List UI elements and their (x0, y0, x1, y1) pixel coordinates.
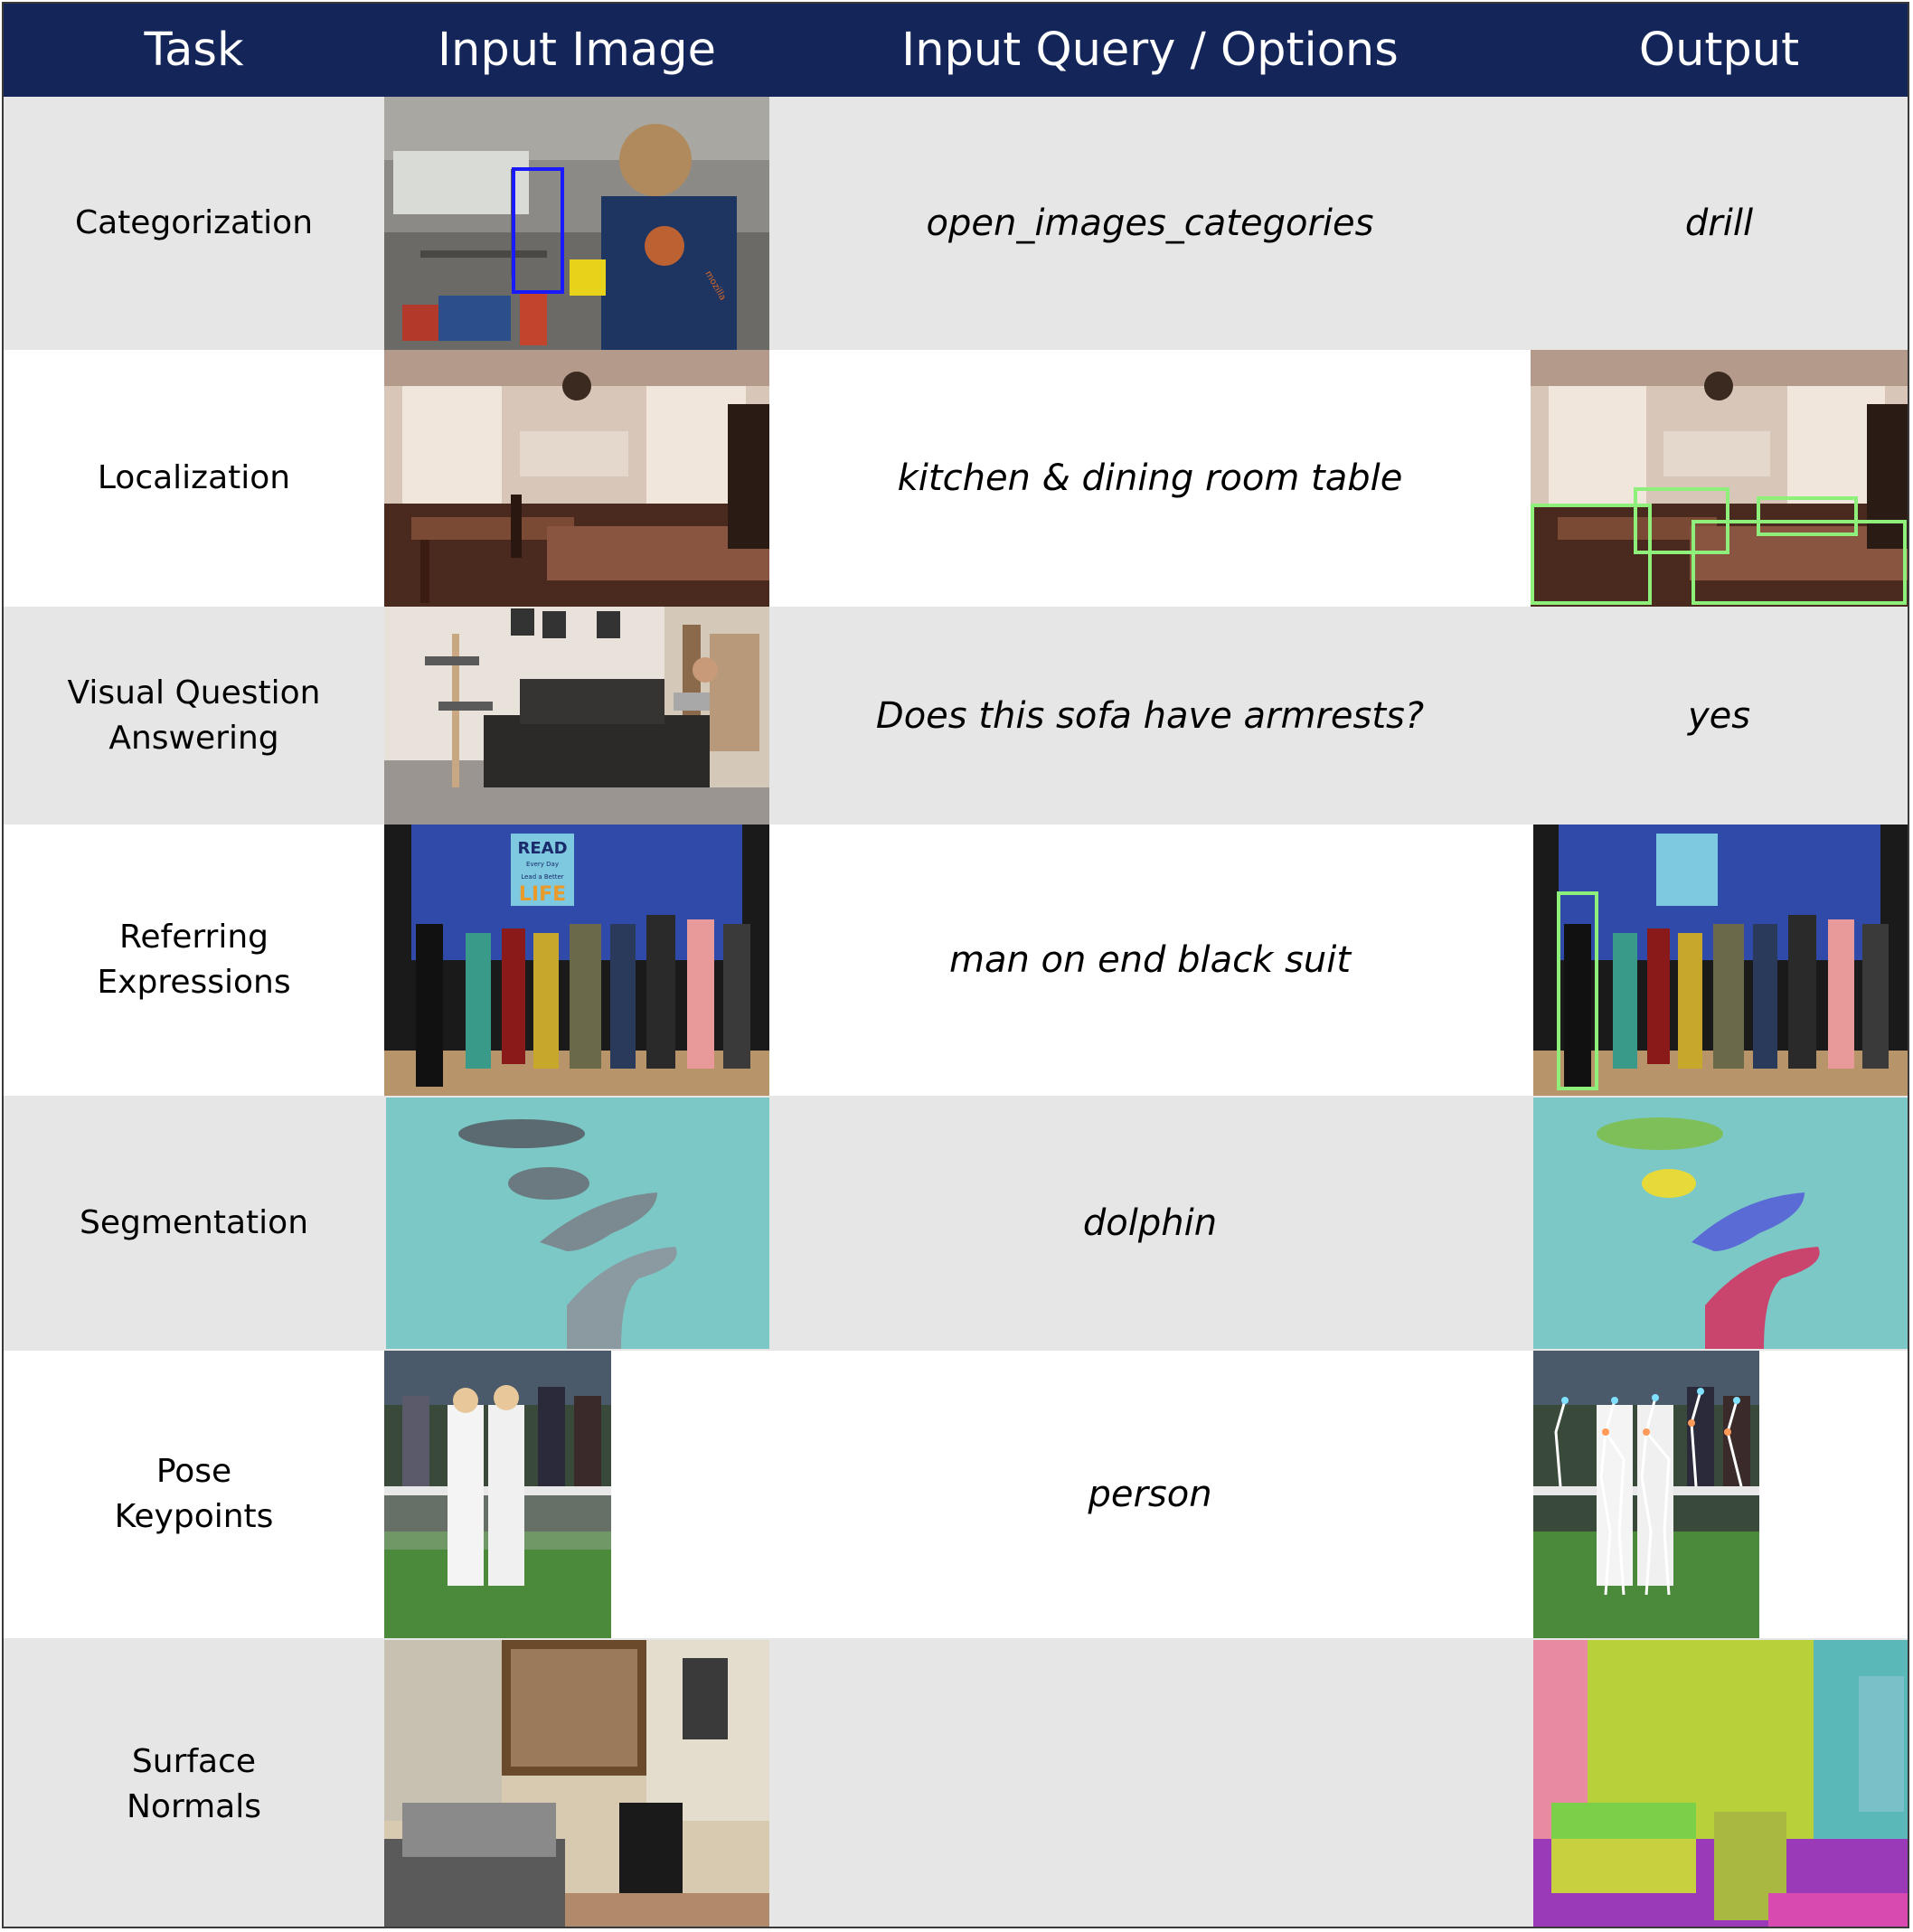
output-label: drill (1684, 203, 1754, 244)
output-image-surface-normals (1533, 1640, 1908, 1927)
row-vqa: Visual Question Answering Does this sofa… (4, 607, 1908, 825)
row-surface-normals: Surface Normals (4, 1638, 1908, 1927)
output-image-dining-room-boxes (1531, 350, 1908, 607)
query-label: dolphin (1082, 1202, 1218, 1244)
header-output: Output (1638, 24, 1800, 77)
header-input-image: Input Image (438, 24, 716, 77)
input-image-living-room (384, 607, 769, 825)
input-image-workshop: mozilla (384, 97, 769, 350)
query-label: open_images_categories (926, 203, 1374, 244)
task-label: Segmentation (79, 1204, 309, 1241)
output-image-tennis-keypoints (1533, 1351, 1759, 1638)
header-query: Input Query / Options (901, 24, 1399, 77)
poster-text-read: READ (517, 839, 567, 858)
input-image-tennis (384, 1351, 611, 1638)
row-segmentation: Segmentation dolphin (4, 1096, 1908, 1351)
query-label: person (1088, 1474, 1212, 1515)
input-image-office (384, 1640, 769, 1927)
task-table: Task Input Image Input Query / Options O… (2, 2, 1909, 1928)
task-label: Categorization (74, 204, 314, 241)
input-image-dolphins (386, 1098, 769, 1349)
query-label: Does this sofa have armrests? (875, 694, 1425, 737)
query-label: man on end black suit (948, 939, 1352, 981)
row-categorization: Categorization mozilla open_images_categ (4, 97, 1908, 350)
poster-text-lead: Lead a Better (521, 873, 563, 881)
input-image-group-photo: READ Every Day Lead a Better LIFE (384, 825, 769, 1096)
row-pose-keypoints: Pose Keypoints person (4, 1351, 1908, 1638)
task-label: Pose Keypoints (114, 1453, 274, 1535)
row-referring-expressions: Referring Expressions READ Every Day Lea… (4, 825, 1908, 1096)
poster-text-every-day: Every Day (526, 861, 559, 868)
output-image-dolphins-masks (1533, 1098, 1908, 1349)
query-label (769, 1638, 1531, 1927)
bbox-drill (512, 167, 564, 294)
task-label: Surface Normals (126, 1742, 261, 1825)
header-task: Task (144, 24, 244, 77)
poster-text-life: LIFE (519, 883, 566, 906)
table-header: Task Input Image Input Query / Options O… (4, 4, 1908, 97)
query-label: kitchen & dining room table (897, 457, 1403, 499)
task-label: Visual Question Answering (67, 674, 321, 757)
row-localization: Localization kitchen & dining room table (4, 350, 1908, 607)
task-label: Referring Expressions (97, 919, 291, 1001)
output-image-group-photo-box (1533, 825, 1908, 1096)
task-label: Localization (97, 459, 291, 496)
input-image-dining-room (384, 350, 769, 607)
output-label: yes (1687, 694, 1751, 737)
